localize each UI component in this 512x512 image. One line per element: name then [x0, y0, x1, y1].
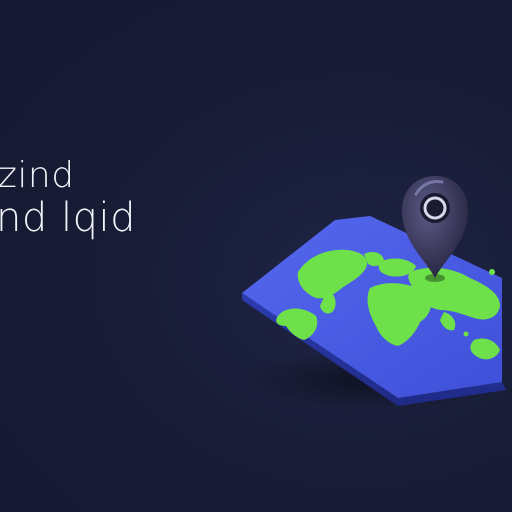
hero-title-line-1: zind [0, 155, 75, 196]
world-map-illustration [230, 160, 512, 420]
world-map-icon [242, 176, 506, 410]
hero-banner: zind nd lqid [0, 0, 512, 512]
hero-title: zind nd lqid [0, 155, 136, 241]
hero-title-line-2: nd lqid [0, 195, 136, 241]
